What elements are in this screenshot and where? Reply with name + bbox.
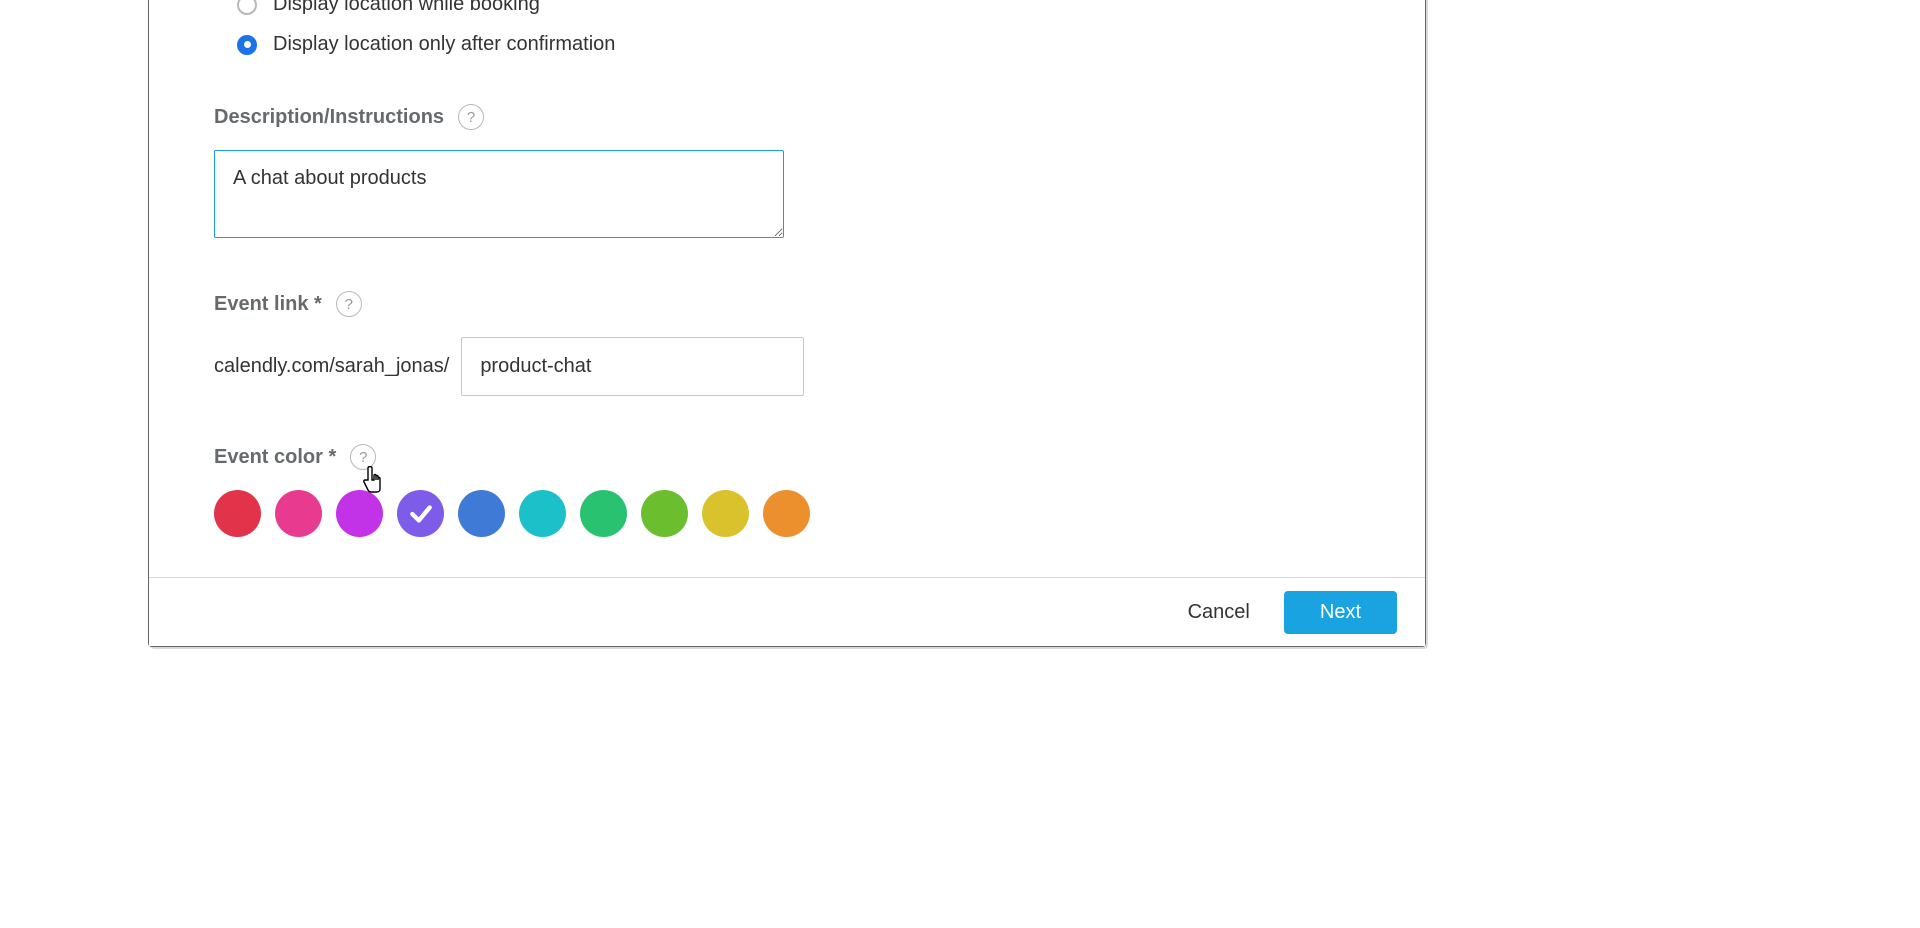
- field-label-row: Event link * ?: [214, 291, 1360, 317]
- help-icon[interactable]: ?: [350, 444, 376, 470]
- event-link-input[interactable]: [461, 337, 804, 396]
- color-swatch-blue[interactable]: [458, 490, 505, 537]
- help-icon[interactable]: ?: [458, 104, 484, 130]
- color-swatch-yellow[interactable]: [702, 490, 749, 537]
- event-color-field: Event color * ?: [214, 444, 1360, 537]
- radio-label: Display location only after confirmation: [273, 33, 615, 56]
- event-link-label: Event link *: [214, 293, 322, 316]
- color-swatch-magenta[interactable]: [336, 490, 383, 537]
- color-swatch-lime[interactable]: [641, 490, 688, 537]
- event-color-label: Event color *: [214, 446, 336, 469]
- cancel-button[interactable]: Cancel: [1182, 591, 1256, 634]
- color-swatch-red[interactable]: [214, 490, 261, 537]
- location-display-radio-group: Display location while booking Display l…: [214, 0, 1360, 56]
- color-swatch-orange[interactable]: [763, 490, 810, 537]
- color-swatch-violet[interactable]: [397, 490, 444, 537]
- check-icon: [408, 501, 434, 527]
- form-body: Display location while booking Display l…: [149, 0, 1425, 537]
- event-link-field: Event link * ? calendly.com/sarah_jonas/: [214, 291, 1360, 396]
- description-field: Description/Instructions ?: [214, 104, 1360, 243]
- description-label: Description/Instructions: [214, 106, 444, 129]
- radio-option-while-booking[interactable]: Display location while booking: [214, 0, 1360, 16]
- next-button[interactable]: Next: [1284, 591, 1397, 634]
- description-textarea[interactable]: [214, 150, 784, 238]
- radio-label: Display location while booking: [273, 0, 540, 16]
- event-settings-panel: Display location while booking Display l…: [148, 0, 1426, 647]
- radio-icon-checked: [237, 35, 257, 55]
- color-swatch-teal[interactable]: [519, 490, 566, 537]
- event-link-row: calendly.com/sarah_jonas/: [214, 337, 1360, 396]
- field-label-row: Event color * ?: [214, 444, 1360, 470]
- event-link-prefix: calendly.com/sarah_jonas/: [214, 355, 449, 378]
- field-label-row: Description/Instructions ?: [214, 104, 1360, 130]
- radio-icon: [237, 0, 257, 15]
- radio-option-after-confirmation[interactable]: Display location only after confirmation: [214, 33, 1360, 56]
- panel-footer: Cancel Next: [149, 577, 1425, 646]
- color-swatch-green[interactable]: [580, 490, 627, 537]
- help-icon[interactable]: ?: [336, 291, 362, 317]
- color-swatch-pink[interactable]: [275, 490, 322, 537]
- color-swatch-row: [214, 490, 1360, 537]
